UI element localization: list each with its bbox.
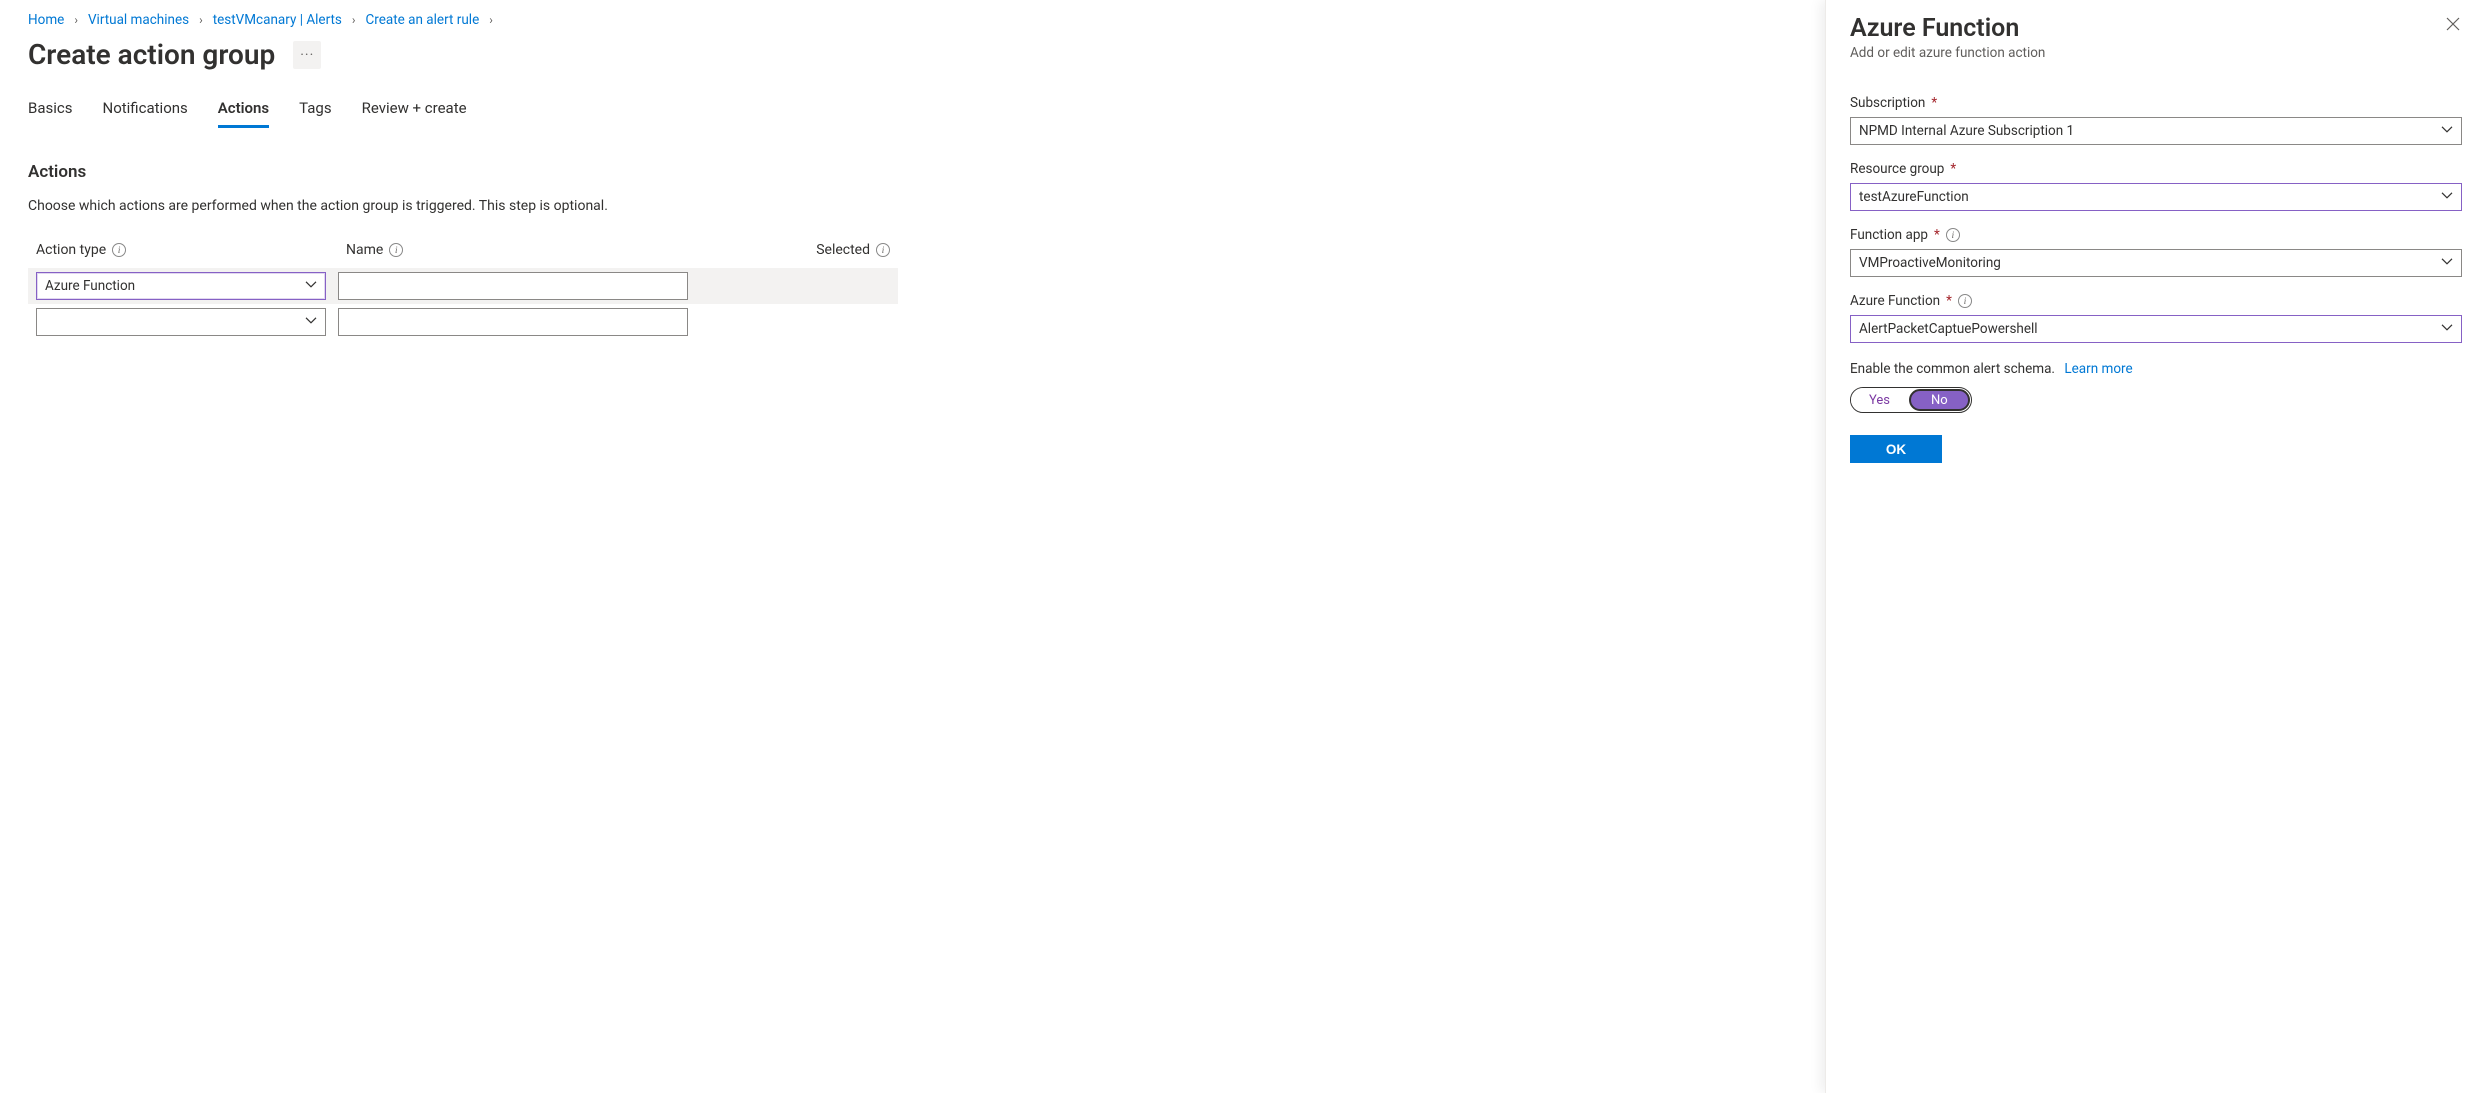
table-row xyxy=(28,304,898,340)
chevron-down-icon xyxy=(305,279,317,291)
tab-actions[interactable]: Actions xyxy=(218,99,269,128)
azure-function-select[interactable]: AlertPacketCaptuePowershell xyxy=(1850,315,2462,343)
ok-button[interactable]: OK xyxy=(1850,435,1942,463)
more-menu-button[interactable]: ··· xyxy=(293,41,321,69)
function-app-select[interactable]: VMProactiveMonitoring xyxy=(1850,249,2462,277)
blade-header: Azure Function Add or edit azure functio… xyxy=(1850,14,2463,95)
resource-group-label: Resource group xyxy=(1850,161,1944,177)
col-header-selected-label: Selected xyxy=(816,242,870,258)
common-alert-schema-toggle[interactable]: Yes No xyxy=(1850,387,1972,413)
tab-tags[interactable]: Tags xyxy=(299,99,331,128)
blade-title-group: Azure Function Add or edit azure functio… xyxy=(1850,14,2045,95)
col-header-selected: Selected i xyxy=(816,242,890,258)
common-alert-schema-text: Enable the common alert schema. xyxy=(1850,361,2055,377)
field-function-app: Function app * i VMProactiveMonitoring xyxy=(1850,227,2463,277)
subscription-select[interactable]: NPMD Internal Azure Subscription 1 xyxy=(1850,117,2462,145)
info-icon[interactable]: i xyxy=(389,243,403,257)
required-asterisk: * xyxy=(1934,227,1940,243)
resource-group-select-value: testAzureFunction xyxy=(1859,189,1969,205)
field-label: Azure Function * i xyxy=(1850,293,2463,309)
page-title-row: Create action group ··· xyxy=(28,38,905,71)
chevron-down-icon xyxy=(2441,124,2453,136)
col-header-name-label: Name xyxy=(346,242,383,258)
col-header-name: Name i xyxy=(346,242,696,258)
page-title: Create action group xyxy=(28,38,275,71)
chevron-right-icon: › xyxy=(489,13,493,27)
breadcrumb-virtual-machines[interactable]: Virtual machines xyxy=(88,12,189,28)
field-resource-group: Resource group * testAzureFunction xyxy=(1850,161,2463,211)
chevron-down-icon xyxy=(2441,322,2453,334)
field-subscription: Subscription * NPMD Internal Azure Subsc… xyxy=(1850,95,2463,145)
required-asterisk: * xyxy=(1931,95,1937,111)
tab-notifications[interactable]: Notifications xyxy=(103,99,188,128)
actions-heading: Actions xyxy=(28,162,905,182)
azure-function-label: Azure Function xyxy=(1850,293,1940,309)
chevron-right-icon: › xyxy=(199,13,203,27)
table-header-row: Action type i Name i Selected i xyxy=(28,242,898,268)
ellipsis-icon: ··· xyxy=(300,47,314,63)
toggle-yes[interactable]: Yes xyxy=(1851,388,1908,412)
subscription-label: Subscription xyxy=(1850,95,1925,111)
chevron-right-icon: › xyxy=(74,13,78,27)
azure-function-select-value: AlertPacketCaptuePowershell xyxy=(1859,321,2038,337)
subscription-select-value: NPMD Internal Azure Subscription 1 xyxy=(1859,123,2074,139)
blade-title: Azure Function xyxy=(1850,14,2045,43)
chevron-down-icon xyxy=(305,315,317,327)
info-icon[interactable]: i xyxy=(1958,294,1972,308)
field-label: Resource group * xyxy=(1850,161,2463,177)
info-icon[interactable]: i xyxy=(876,243,890,257)
function-app-label: Function app xyxy=(1850,227,1928,243)
chevron-down-icon xyxy=(2441,256,2453,268)
action-type-select-value: Azure Function xyxy=(45,278,135,294)
action-type-select[interactable] xyxy=(36,308,326,336)
close-button[interactable] xyxy=(2443,14,2463,34)
action-name-input[interactable] xyxy=(338,272,688,300)
main-content: Home › Virtual machines › testVMcanary |… xyxy=(0,0,905,340)
col-header-action-type-label: Action type xyxy=(36,242,106,258)
toggle-no[interactable]: No xyxy=(1909,389,1970,411)
actions-table: Action type i Name i Selected i Azure Fu… xyxy=(28,242,898,340)
chevron-down-icon xyxy=(2441,190,2453,202)
required-asterisk: * xyxy=(1946,293,1952,309)
col-header-action-type: Action type i xyxy=(36,242,334,258)
function-app-select-value: VMProactiveMonitoring xyxy=(1859,255,2001,271)
info-icon[interactable]: i xyxy=(112,243,126,257)
tabs: Basics Notifications Actions Tags Review… xyxy=(28,99,905,128)
action-type-select[interactable]: Azure Function xyxy=(36,272,326,300)
table-row: Azure Function xyxy=(28,268,898,304)
required-asterisk: * xyxy=(1950,161,1956,177)
resource-group-select[interactable]: testAzureFunction xyxy=(1850,183,2462,211)
tab-review-create[interactable]: Review + create xyxy=(362,99,467,128)
actions-description: Choose which actions are performed when … xyxy=(28,198,905,214)
close-icon xyxy=(2445,16,2461,32)
azure-function-blade: Azure Function Add or edit azure functio… xyxy=(1825,0,2485,1093)
breadcrumb: Home › Virtual machines › testVMcanary |… xyxy=(28,12,905,28)
common-alert-schema-row: Enable the common alert schema. Learn mo… xyxy=(1850,361,2463,377)
field-label: Function app * i xyxy=(1850,227,2463,243)
tab-basics[interactable]: Basics xyxy=(28,99,73,128)
field-azure-function: Azure Function * i AlertPacketCaptuePowe… xyxy=(1850,293,2463,343)
blade-subtitle: Add or edit azure function action xyxy=(1850,45,2045,61)
chevron-right-icon: › xyxy=(352,13,356,27)
action-name-input[interactable] xyxy=(338,308,688,336)
breadcrumb-home[interactable]: Home xyxy=(28,12,64,28)
field-label: Subscription * xyxy=(1850,95,2463,111)
learn-more-link[interactable]: Learn more xyxy=(2064,361,2132,377)
info-icon[interactable]: i xyxy=(1946,228,1960,242)
breadcrumb-create-alert-rule[interactable]: Create an alert rule xyxy=(366,12,480,28)
breadcrumb-resource-alerts[interactable]: testVMcanary | Alerts xyxy=(213,12,342,28)
